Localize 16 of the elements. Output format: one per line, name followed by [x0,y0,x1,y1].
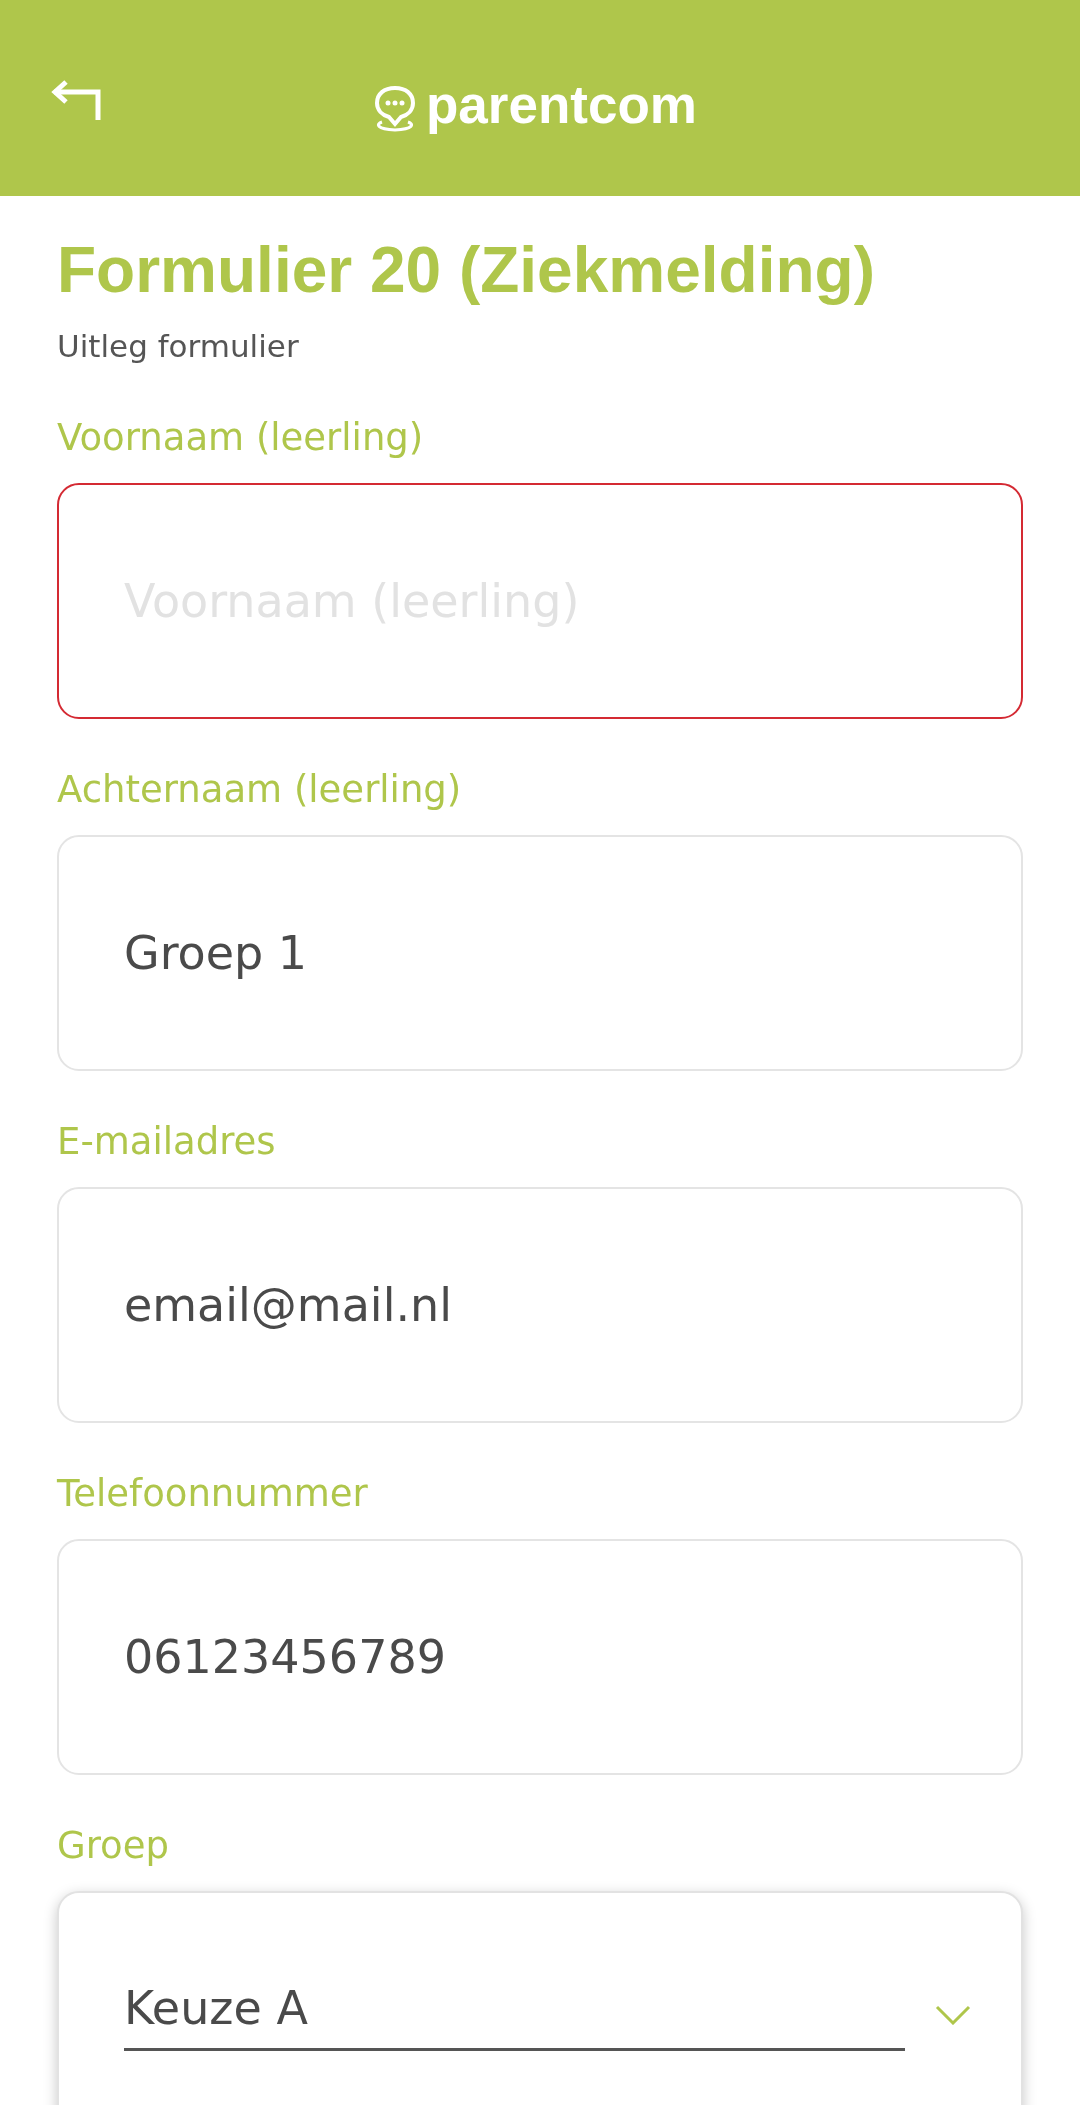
field-label: Achternaam (leerling) [57,768,462,812]
chevron-down-icon [935,2005,971,2025]
field-label: Telefoonnummer [57,1472,368,1516]
field-label: Voornaam (leerling) [57,416,424,460]
speech-bubble-logo-icon [372,83,418,132]
field-label: Groep [57,1824,169,1868]
form-title: Formulier 20 (Ziekmelding) [57,233,875,308]
back-button[interactable] [50,80,102,120]
form-description: Uitleg formulier [57,327,299,365]
text-input-field[interactable]: 06123456789 [57,1539,1023,1775]
text-input-field[interactable]: email@mail.nl [57,1187,1023,1423]
logo-text: parentcom [426,78,697,136]
text-input-field[interactable]: Groep 1 [57,835,1023,1071]
return-arrow-icon [50,80,102,120]
field-label: E-mailadres [57,1120,276,1164]
select-field[interactable]: Keuze A [124,1977,905,2051]
